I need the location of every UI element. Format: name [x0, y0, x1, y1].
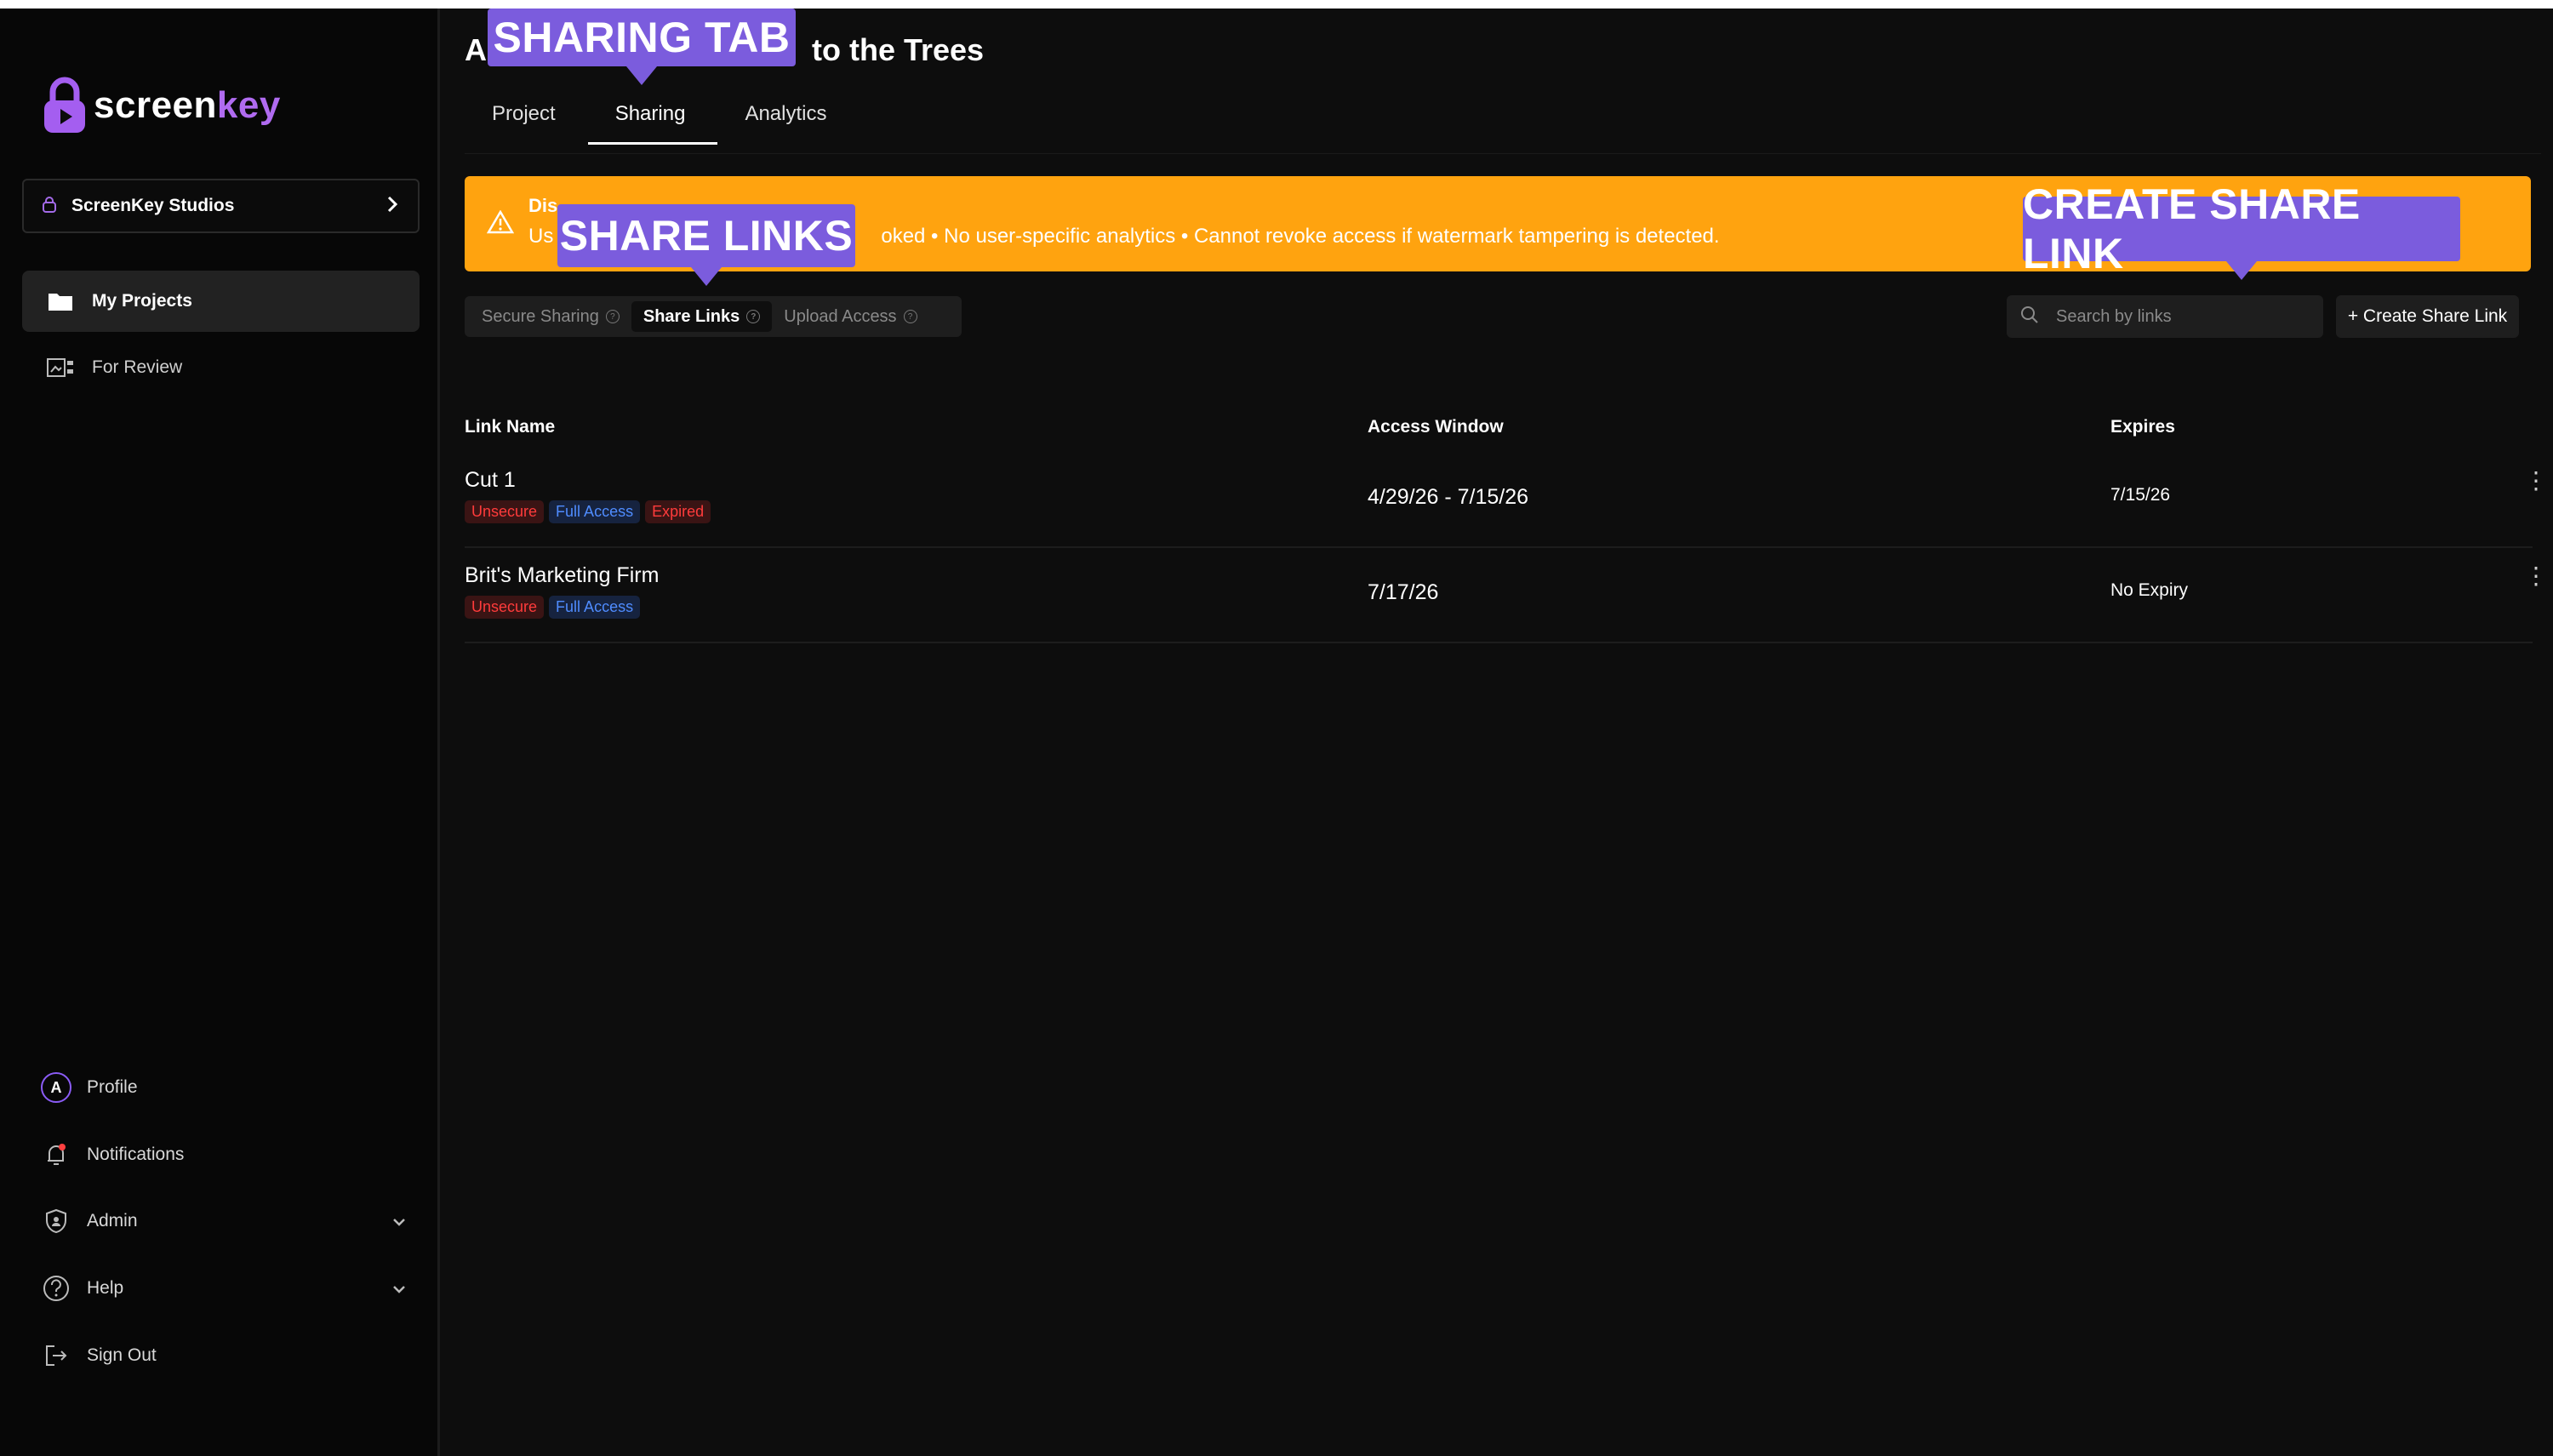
sidebar-item-label: Help: [87, 1278, 124, 1298]
tab-label: Analytics: [745, 102, 827, 125]
info-icon: ?: [605, 310, 620, 323]
segment-share-links[interactable]: Share Links?: [631, 301, 773, 332]
access-window: 7/17/26: [1368, 580, 1439, 604]
link-badges: Unsecure Full Access Expired: [465, 500, 711, 523]
warning-icon: [486, 209, 515, 238]
workspace-switcher[interactable]: ScreenKey Studios: [22, 179, 420, 233]
logo[interactable]: screenkey: [43, 77, 281, 134]
sidebar-item-label: For Review: [92, 357, 183, 377]
sidebar-item-my-projects[interactable]: My Projects: [22, 271, 420, 332]
chevron-right-icon: [386, 192, 399, 220]
callout-create-share-link: CREATE SHARE LINK: [2023, 180, 2460, 280]
chevron-down-icon[interactable]: [391, 1277, 407, 1299]
column-header-access-window[interactable]: Access Window: [1368, 417, 1504, 437]
badge-unsecure: Unsecure: [465, 596, 545, 619]
app-window: screenkey ScreenKey Studios My Projects …: [0, 9, 2553, 1456]
sidebar-item-label: Sign Out: [87, 1345, 157, 1365]
folder-icon: [46, 291, 75, 311]
lock-icon: [43, 196, 56, 217]
search-icon: [2020, 305, 2039, 328]
tab-project[interactable]: Project: [465, 102, 588, 145]
tabs-divider: [465, 153, 2541, 154]
link-badges: Unsecure Full Access: [465, 596, 641, 619]
workspace-name: ScreenKey Studios: [71, 196, 235, 215]
segment-label: Upload Access: [784, 306, 897, 326]
avatar: A: [41, 1072, 71, 1103]
sign-out-icon: [41, 1344, 71, 1367]
badge-full-access: Full Access: [549, 500, 641, 523]
link-name: Brit's Marketing Firm: [465, 563, 660, 587]
page-title-start: A: [465, 32, 487, 67]
segment-secure-sharing[interactable]: Secure Sharing?: [470, 301, 631, 332]
segment-upload-access[interactable]: Upload Access?: [772, 301, 928, 332]
help-icon: [41, 1275, 71, 1302]
tab-sharing[interactable]: Sharing: [587, 102, 718, 145]
table-row[interactable]: Cut 1 Unsecure Full Access Expired 4/29/…: [465, 451, 2548, 548]
search-input[interactable]: [2054, 305, 2310, 328]
avatar-icon: A: [41, 1072, 71, 1103]
chevron-down-icon[interactable]: [391, 1210, 407, 1232]
review-icon: [46, 357, 75, 378]
tab-analytics[interactable]: Analytics: [717, 102, 859, 145]
sidebar-item-label: Admin: [87, 1211, 138, 1230]
page-title-end: to the Trees: [812, 32, 985, 67]
info-icon: ?: [903, 310, 917, 323]
badge-full-access: Full Access: [549, 596, 641, 619]
badge-unsecure: Unsecure: [465, 500, 545, 523]
callout-sharing-tab: SHARING TAB: [488, 9, 796, 85]
sidebar-item-admin[interactable]: Admin: [41, 1200, 407, 1242]
sidebar: screenkey ScreenKey Studios My Projects …: [0, 9, 440, 1456]
sidebar-item-help[interactable]: Help: [41, 1267, 407, 1310]
column-header-link-name[interactable]: Link Name: [465, 417, 555, 437]
banner-text-end: oked • No user-specific analytics • Cann…: [881, 225, 1720, 248]
bell-icon: [41, 1142, 71, 1168]
link-name: Cut 1: [465, 468, 516, 492]
sidebar-item-sign-out[interactable]: Sign Out: [41, 1334, 407, 1377]
tab-label: Sharing: [614, 102, 686, 125]
brand-name: screenkey: [94, 84, 281, 127]
sharing-mode-switch: Secure Sharing? Share Links? Upload Acce…: [465, 296, 962, 337]
tab-label: Project: [492, 102, 556, 125]
expiry-date: No Expiry: [2110, 580, 2189, 600]
more-options-icon[interactable]: ⋮: [2524, 469, 2548, 493]
table-row[interactable]: Brit's Marketing Firm Unsecure Full Acce…: [465, 546, 2548, 643]
brand-word-screen: screen: [94, 84, 217, 126]
expiry-date: 7/15/26: [2110, 485, 2171, 505]
sidebar-item-label: My Projects: [92, 291, 192, 311]
shield-icon: [41, 1208, 71, 1234]
access-window: 4/29/26 - 7/15/26: [1368, 485, 1529, 509]
callout-share-links: SHARE LINKS: [557, 204, 855, 286]
banner-text-start: Us: [528, 225, 554, 248]
sidebar-item-label: Profile: [87, 1077, 138, 1097]
project-tabs: Project Sharing Analytics: [465, 102, 859, 145]
padlock-logo-icon: [43, 77, 87, 134]
segment-label: Secure Sharing: [482, 306, 599, 326]
sidebar-item-notifications[interactable]: Notifications: [41, 1133, 407, 1176]
badge-expired: Expired: [645, 500, 711, 523]
sidebar-item-label: Notifications: [87, 1145, 185, 1164]
banner-title: Dis: [528, 195, 558, 216]
info-icon: ?: [746, 310, 761, 323]
more-options-icon[interactable]: ⋮: [2524, 564, 2548, 588]
search-box: [2007, 295, 2323, 338]
sidebar-item-profile[interactable]: A Profile: [41, 1066, 407, 1109]
brand-word-key: key: [216, 84, 281, 126]
column-header-expires[interactable]: Expires: [2110, 417, 2175, 437]
sidebar-item-for-review[interactable]: For Review: [22, 337, 420, 398]
create-share-link-button[interactable]: + Create Share Link: [2336, 295, 2519, 338]
segment-label: Share Links: [643, 306, 740, 326]
